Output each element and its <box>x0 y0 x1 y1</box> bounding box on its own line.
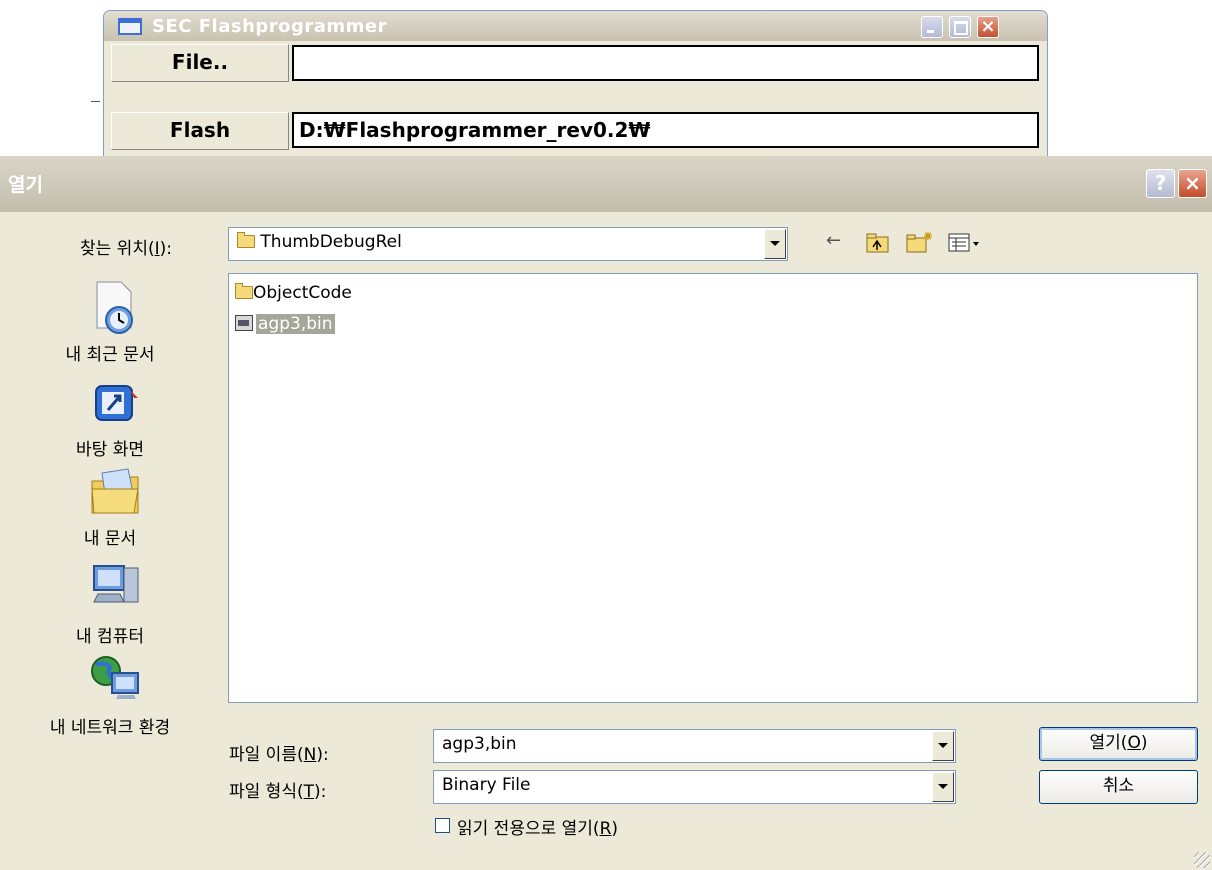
dialog-title: 열기 <box>8 174 43 196</box>
dialog-close-button[interactable]: × <box>1178 169 1207 198</box>
file-name-combo[interactable]: agp3,bin <box>433 729 956 763</box>
cancel-button[interactable]: 취소 <box>1039 770 1198 804</box>
open-button[interactable]: 열기(O) <box>1039 727 1198 761</box>
file-path-field[interactable] <box>292 45 1039 81</box>
place-label: 내 네트워크 환경 <box>49 718 171 738</box>
flashprogrammer-window: SEC Flashprogrammer × File.. Flash D:₩Fl… <box>103 10 1048 162</box>
folder-icon <box>235 283 253 299</box>
list-item[interactable]: agp3,bin <box>235 314 335 334</box>
binary-file-icon <box>235 315 253 331</box>
file-type-combo[interactable]: Binary File <box>433 770 956 804</box>
place-label: 내 문서 <box>83 529 137 549</box>
place-label: 바탕 화면 <box>76 440 144 460</box>
minimize-button[interactable] <box>921 16 943 38</box>
flash-path-field[interactable]: D:₩Flashprogrammer_rev0.2₩ <box>292 112 1039 148</box>
dialog-title-bar[interactable]: 열기 ? × <box>0 156 1212 212</box>
list-item[interactable]: ObjectCode <box>235 283 352 303</box>
file-button[interactable]: File.. <box>111 44 289 82</box>
close-button[interactable]: × <box>977 16 999 38</box>
up-folder-icon[interactable] <box>866 233 890 253</box>
network-places-icon <box>91 656 139 699</box>
desktop-icon <box>95 385 138 421</box>
flashprogrammer-title: SEC Flashprogrammer <box>152 16 388 37</box>
file-name-label: 파일 이름(N): <box>229 745 329 765</box>
file-list[interactable]: ObjectCode agp3,bin <box>228 273 1198 703</box>
file-type-label: 파일 형식(T): <box>229 782 327 802</box>
maximize-button[interactable] <box>949 16 971 38</box>
look-in-label: 찾는 위치(I): <box>80 239 172 259</box>
look-in-combo[interactable]: ThumbDebugRel <box>228 227 788 261</box>
place-label: 내 최근 문서 <box>65 345 155 365</box>
read-only-label[interactable]: 읽기 전용으로 열기(R) <box>457 814 618 839</box>
file-type-dropdown-arrow[interactable] <box>932 772 954 802</box>
read-only-checkbox[interactable] <box>435 818 450 833</box>
app-window-icon <box>118 18 142 35</box>
help-button[interactable]: ? <box>1146 169 1175 198</box>
flashprogrammer-title-bar[interactable]: SEC Flashprogrammer × <box>104 11 1047 41</box>
look-in-dropdown-arrow[interactable] <box>764 229 786 259</box>
folder-icon <box>237 232 255 248</box>
resize-grip[interactable] <box>1194 852 1210 868</box>
file-name-value: agp3,bin <box>442 734 517 754</box>
flash-button[interactable]: Flash <box>111 112 289 150</box>
my-computer-icon <box>93 565 139 603</box>
file-name-dropdown-arrow[interactable] <box>932 731 954 761</box>
view-menu-icon[interactable] <box>948 233 982 253</box>
look-in-value: ThumbDebugRel <box>260 232 402 252</box>
file-type-value: Binary File <box>442 775 531 795</box>
place-label: 내 컴퓨터 <box>76 627 144 647</box>
new-folder-icon[interactable] <box>906 231 934 253</box>
back-icon[interactable]: ← <box>826 230 841 251</box>
divider <box>91 101 100 102</box>
recent-documents-icon <box>96 281 133 334</box>
my-documents-icon <box>91 468 139 514</box>
